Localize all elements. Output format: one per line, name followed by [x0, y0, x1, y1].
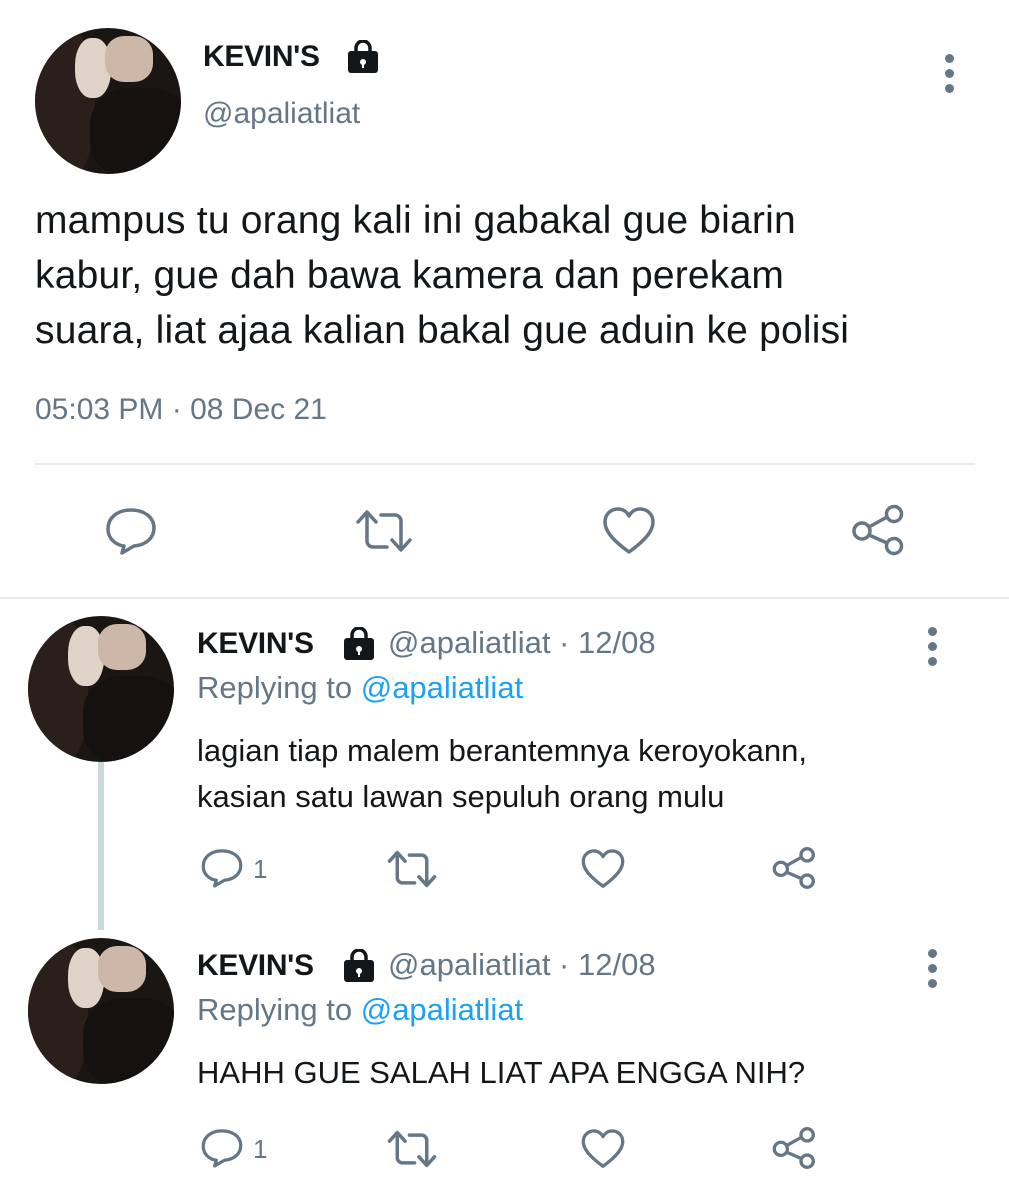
replying-to-link[interactable]: @apaliatliat [361, 670, 523, 705]
handle-and-date[interactable]: @apaliatliat · 12/08 [388, 947, 656, 983]
replying-to-label: Replying to [197, 992, 353, 1027]
tweet-text-line: mampus tu orang kali ini gabakal gue bia… [35, 199, 796, 242]
lock-icon [344, 949, 374, 982]
avatar[interactable] [28, 616, 174, 762]
divider [35, 463, 975, 465]
reply-text-line: kasian satu lawan sepuluh orang mulu [197, 779, 725, 814]
lock-icon [348, 40, 378, 73]
more-options-icon[interactable] [945, 54, 955, 99]
replying-to: Replying to @apaliatliat [197, 670, 523, 706]
avatar[interactable] [28, 938, 174, 1084]
display-name: KEVIN'S [203, 40, 320, 73]
replying-to-link[interactable]: @apaliatliat [361, 992, 523, 1027]
reply-count: 1 [253, 854, 268, 884]
reply-text: lagian tiap malem berantemnya keroyokann… [197, 728, 807, 820]
like-icon[interactable] [580, 848, 626, 890]
tweet-text-line: kabur, gue dah bawa kamera dan perekam [35, 254, 785, 297]
reply-text-line: lagian tiap malem berantemnya keroyokann… [197, 733, 808, 768]
section-divider [0, 597, 1009, 599]
reply-icon[interactable] [200, 1127, 244, 1169]
handle[interactable]: @apaliatliat [203, 97, 360, 131]
replying-to: Replying to @apaliatliat [197, 992, 523, 1028]
retweet-icon[interactable] [354, 508, 414, 554]
reply-icon[interactable] [104, 506, 158, 556]
reply-text-line: HAHH GUE SALAH LIAT APA ENGGA NIH? [197, 1055, 806, 1090]
share-icon[interactable] [771, 1126, 817, 1170]
share-icon[interactable] [771, 846, 817, 890]
retweet-icon[interactable] [386, 849, 438, 889]
reply-icon[interactable] [200, 847, 244, 889]
reply-text: HAHH GUE SALAH LIAT APA ENGGA NIH? [197, 1050, 805, 1096]
share-icon[interactable] [850, 504, 906, 556]
display-name: KEVIN'S [197, 949, 314, 982]
like-icon[interactable] [580, 1128, 626, 1170]
avatar[interactable] [35, 28, 181, 174]
reply-count: 1 [253, 1134, 268, 1164]
timestamp[interactable]: 05:03 PM · 08 Dec 21 [35, 393, 327, 427]
more-options-icon[interactable] [928, 949, 938, 994]
thread-line [98, 762, 104, 930]
lock-icon [344, 627, 374, 660]
more-options-icon[interactable] [928, 627, 938, 672]
tweet-text-line: suara, liat ajaa kalian bakal gue aduin … [35, 309, 850, 352]
like-icon[interactable] [601, 506, 657, 556]
display-name: KEVIN'S [197, 627, 314, 660]
tweet-text: mampus tu orang kali ini gabakal gue bia… [35, 193, 849, 358]
retweet-icon[interactable] [386, 1129, 438, 1169]
replying-to-label: Replying to [197, 670, 353, 705]
handle-and-date[interactable]: @apaliatliat · 12/08 [388, 625, 656, 661]
